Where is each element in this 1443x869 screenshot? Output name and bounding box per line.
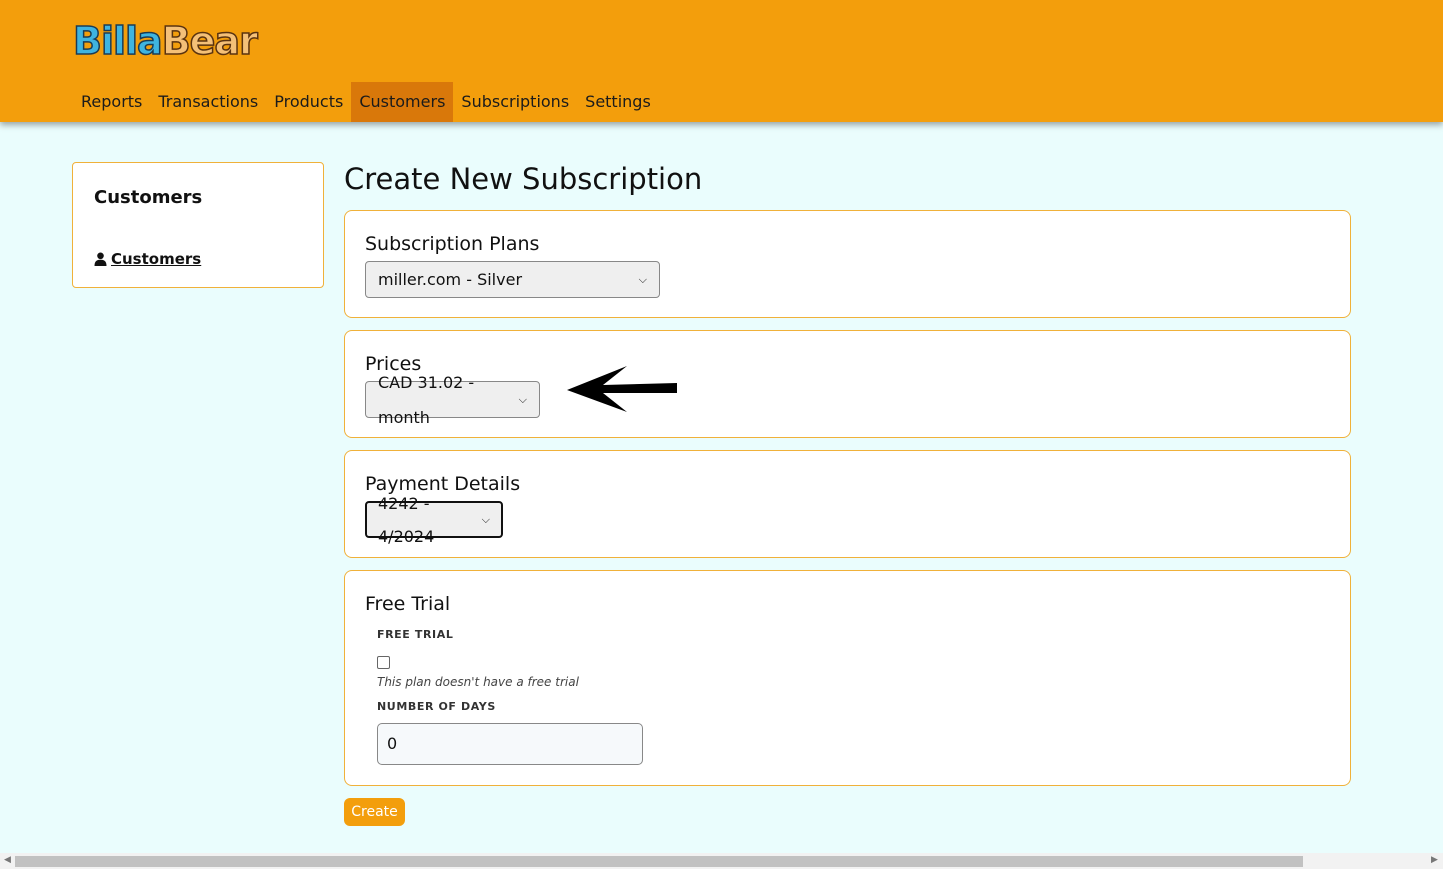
nav-transactions[interactable]: Transactions — [150, 82, 266, 122]
nav-settings[interactable]: Settings — [577, 82, 659, 122]
nav-reports[interactable]: Reports — [73, 82, 150, 122]
sidebar-link-label: Customers — [111, 250, 202, 268]
sidebar-title: Customers — [94, 187, 203, 208]
arrow-left-icon — [567, 366, 677, 412]
payment-method-value: 4242 - 4/2024 — [378, 493, 435, 546]
scroll-left-icon[interactable]: ◀ — [4, 855, 11, 865]
chevron-down-icon: ⌵ — [518, 393, 527, 406]
payment-details-card: Payment Details 4242 - 4/2024 ⌵ — [344, 450, 1351, 558]
logo-text-bear: Bear — [161, 18, 259, 64]
top-header: BillaBear Reports Transactions Products … — [0, 0, 1443, 122]
billabear-logo[interactable]: BillaBear — [72, 18, 259, 64]
nav-subscriptions[interactable]: Subscriptions — [453, 82, 577, 122]
nav-products[interactable]: Products — [266, 82, 351, 122]
price-select[interactable]: CAD 31.02 - month ⌵ — [365, 373, 540, 427]
sidebar: Customers Customers — [72, 162, 324, 288]
free-trial-checkbox[interactable] — [377, 656, 390, 669]
subscription-plans-card: Subscription Plans miller.com - Silver ⌵ — [344, 210, 1351, 318]
subscription-plan-select[interactable]: miller.com - Silver ⌵ — [365, 261, 660, 298]
scroll-right-icon[interactable]: ▶ — [1431, 855, 1438, 865]
price-value: CAD 31.02 - month — [378, 372, 475, 427]
chevron-down-icon: ⌵ — [481, 513, 490, 526]
create-button[interactable]: Create — [344, 798, 405, 826]
logo-text-billa: Billa — [72, 18, 163, 64]
sidebar-link-customers[interactable]: Customers — [94, 250, 201, 268]
horizontal-scrollbar[interactable]: ◀ ▶ — [0, 853, 1443, 869]
user-icon — [94, 252, 107, 266]
subscription-plan-value: miller.com - Silver — [378, 270, 523, 289]
payment-method-select[interactable]: 4242 - 4/2024 ⌵ — [365, 494, 503, 546]
scrollbar-thumb[interactable] — [15, 856, 1303, 867]
free-trial-checkbox-label: FREE TRIAL — [377, 628, 454, 641]
nav-customers[interactable]: Customers — [351, 82, 454, 122]
number-of-days-input[interactable]: 0 — [377, 723, 643, 765]
page-title: Create New Subscription — [344, 162, 703, 196]
subscription-plans-label: Subscription Plans — [365, 233, 540, 255]
prices-card: Prices CAD 31.02 - month ⌵ — [344, 330, 1351, 438]
chevron-down-icon: ⌵ — [638, 273, 647, 286]
free-trial-card: Free Trial FREE TRIAL This plan doesn't … — [344, 570, 1351, 786]
number-of-days-label: NUMBER OF DAYS — [377, 700, 496, 713]
main-nav: Reports Transactions Products Customers … — [73, 82, 659, 122]
free-trial-hint: This plan doesn't have a free trial — [377, 675, 579, 689]
free-trial-title: Free Trial — [365, 593, 451, 615]
